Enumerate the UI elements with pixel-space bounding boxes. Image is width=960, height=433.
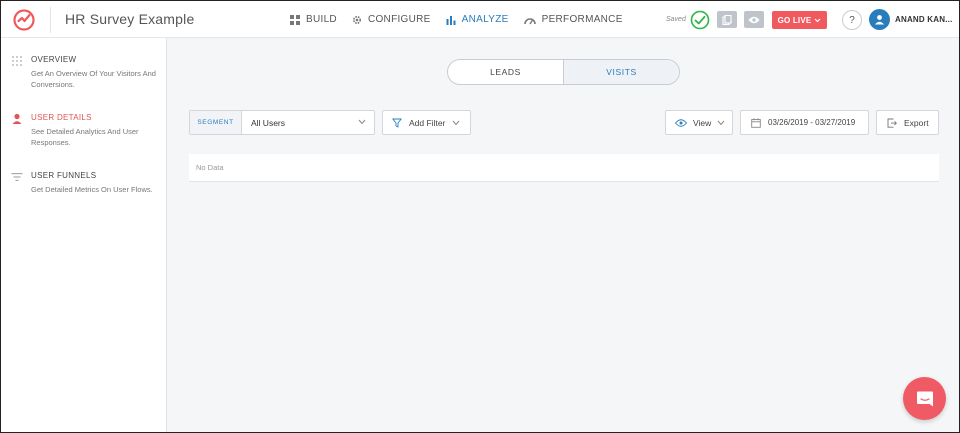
- nav-performance-label: PERFORMANCE: [541, 14, 623, 25]
- data-table-empty: No Data: [189, 154, 939, 182]
- export-icon: [887, 118, 897, 128]
- sidebar-item-user-funnels[interactable]: USER FUNNELS Get Detailed Metrics On Use…: [11, 170, 161, 210]
- go-live-button[interactable]: GO LIVE: [772, 11, 827, 29]
- sidebar-item-title: OVERVIEW: [31, 55, 77, 64]
- saved-status-text: Saved: [666, 16, 686, 23]
- nav-configure-label: CONFIGURE: [367, 14, 431, 25]
- chat-widget-button[interactable]: [903, 377, 946, 420]
- nav-analyze[interactable]: ANALYZE: [446, 1, 509, 38]
- user-name[interactable]: ANAND KAN...: [895, 15, 957, 24]
- nav-build[interactable]: BUILD: [290, 1, 337, 38]
- view-button[interactable]: View: [665, 110, 733, 135]
- header-divider: [50, 7, 51, 33]
- tab-visits[interactable]: VISITS: [563, 60, 679, 84]
- export-button[interactable]: Export: [876, 110, 939, 135]
- saved-check-icon: [690, 10, 710, 30]
- date-range-picker[interactable]: 03/26/2019 - 03/27/2019: [740, 110, 869, 135]
- app-logo-icon[interactable]: [12, 8, 36, 32]
- funnel-icon: [11, 173, 23, 181]
- speedometer-icon: [523, 17, 536, 24]
- bar-chart-icon: [446, 15, 456, 25]
- nav-build-label: BUILD: [306, 14, 337, 25]
- top-header: HR Survey Example BUILD CONFIGURE ANALYZ…: [1, 1, 959, 38]
- chevron-down-icon: [814, 18, 821, 22]
- chevron-down-icon: [358, 119, 366, 125]
- grid-icon: [290, 14, 300, 25]
- sidebar-item-description: Get An Overview Of Your Visitors And Con…: [31, 69, 156, 89]
- view-label: View: [693, 117, 712, 128]
- help-label: ?: [849, 14, 855, 26]
- chevron-down-icon: [452, 120, 460, 125]
- go-live-label: GO LIVE: [777, 15, 812, 25]
- chevron-down-icon: [717, 120, 725, 125]
- eye-icon: [748, 16, 760, 23]
- sidebar-item-description: Get Detailed Metrics On User Flows.: [31, 185, 153, 194]
- user-icon: [12, 113, 22, 124]
- pages-button[interactable]: [717, 11, 737, 28]
- sidebar-item-user-details[interactable]: USER DETAILS See Detailed Analytics And …: [11, 112, 161, 152]
- eye-icon: [675, 118, 687, 127]
- segment-value-text: All Users: [251, 117, 286, 128]
- segment-value[interactable]: All Users: [242, 111, 374, 134]
- add-filter-button[interactable]: Add Filter: [382, 110, 471, 135]
- nav-performance[interactable]: PERFORMANCE: [523, 1, 623, 38]
- nav-analyze-label: ANALYZE: [461, 14, 509, 25]
- preview-button[interactable]: [744, 11, 764, 28]
- sidebar-item-overview[interactable]: OVERVIEW Get An Overview Of Your Visitor…: [11, 54, 161, 94]
- help-button[interactable]: ?: [842, 10, 862, 30]
- export-label: Export: [904, 117, 929, 128]
- page-title: HR Survey Example: [65, 11, 195, 27]
- nav-configure[interactable]: CONFIGURE: [352, 1, 431, 38]
- user-avatar-icon: [875, 15, 884, 25]
- segment-label: SEGMENT: [190, 111, 242, 134]
- segment-select[interactable]: SEGMENT All Users: [189, 110, 375, 135]
- avatar[interactable]: [869, 9, 890, 30]
- sidebar-item-title: USER FUNNELS: [31, 171, 97, 180]
- gear-icon: [352, 15, 361, 24]
- sidebar: OVERVIEW Get An Overview Of Your Visitor…: [1, 38, 167, 432]
- leads-visits-toggle: LEADS VISITS: [447, 59, 680, 85]
- filter-icon: [392, 118, 402, 127]
- app-window: HR Survey Example BUILD CONFIGURE ANALYZ…: [0, 0, 960, 433]
- sidebar-item-title: USER DETAILS: [31, 113, 92, 122]
- empty-state-text: No Data: [196, 163, 224, 172]
- date-range-text: 03/26/2019 - 03/27/2019: [768, 118, 856, 127]
- chat-icon: [916, 391, 933, 406]
- sidebar-item-description: See Detailed Analytics And User Response…: [31, 127, 139, 147]
- dots-grid-icon: [12, 56, 22, 66]
- add-filter-label: Add Filter: [409, 117, 446, 128]
- tab-leads[interactable]: LEADS: [448, 60, 563, 84]
- main-nav: BUILD CONFIGURE ANALYZE PERFORMANCE: [290, 1, 638, 38]
- calendar-icon: [751, 117, 761, 128]
- copy-pages-icon: [722, 14, 732, 25]
